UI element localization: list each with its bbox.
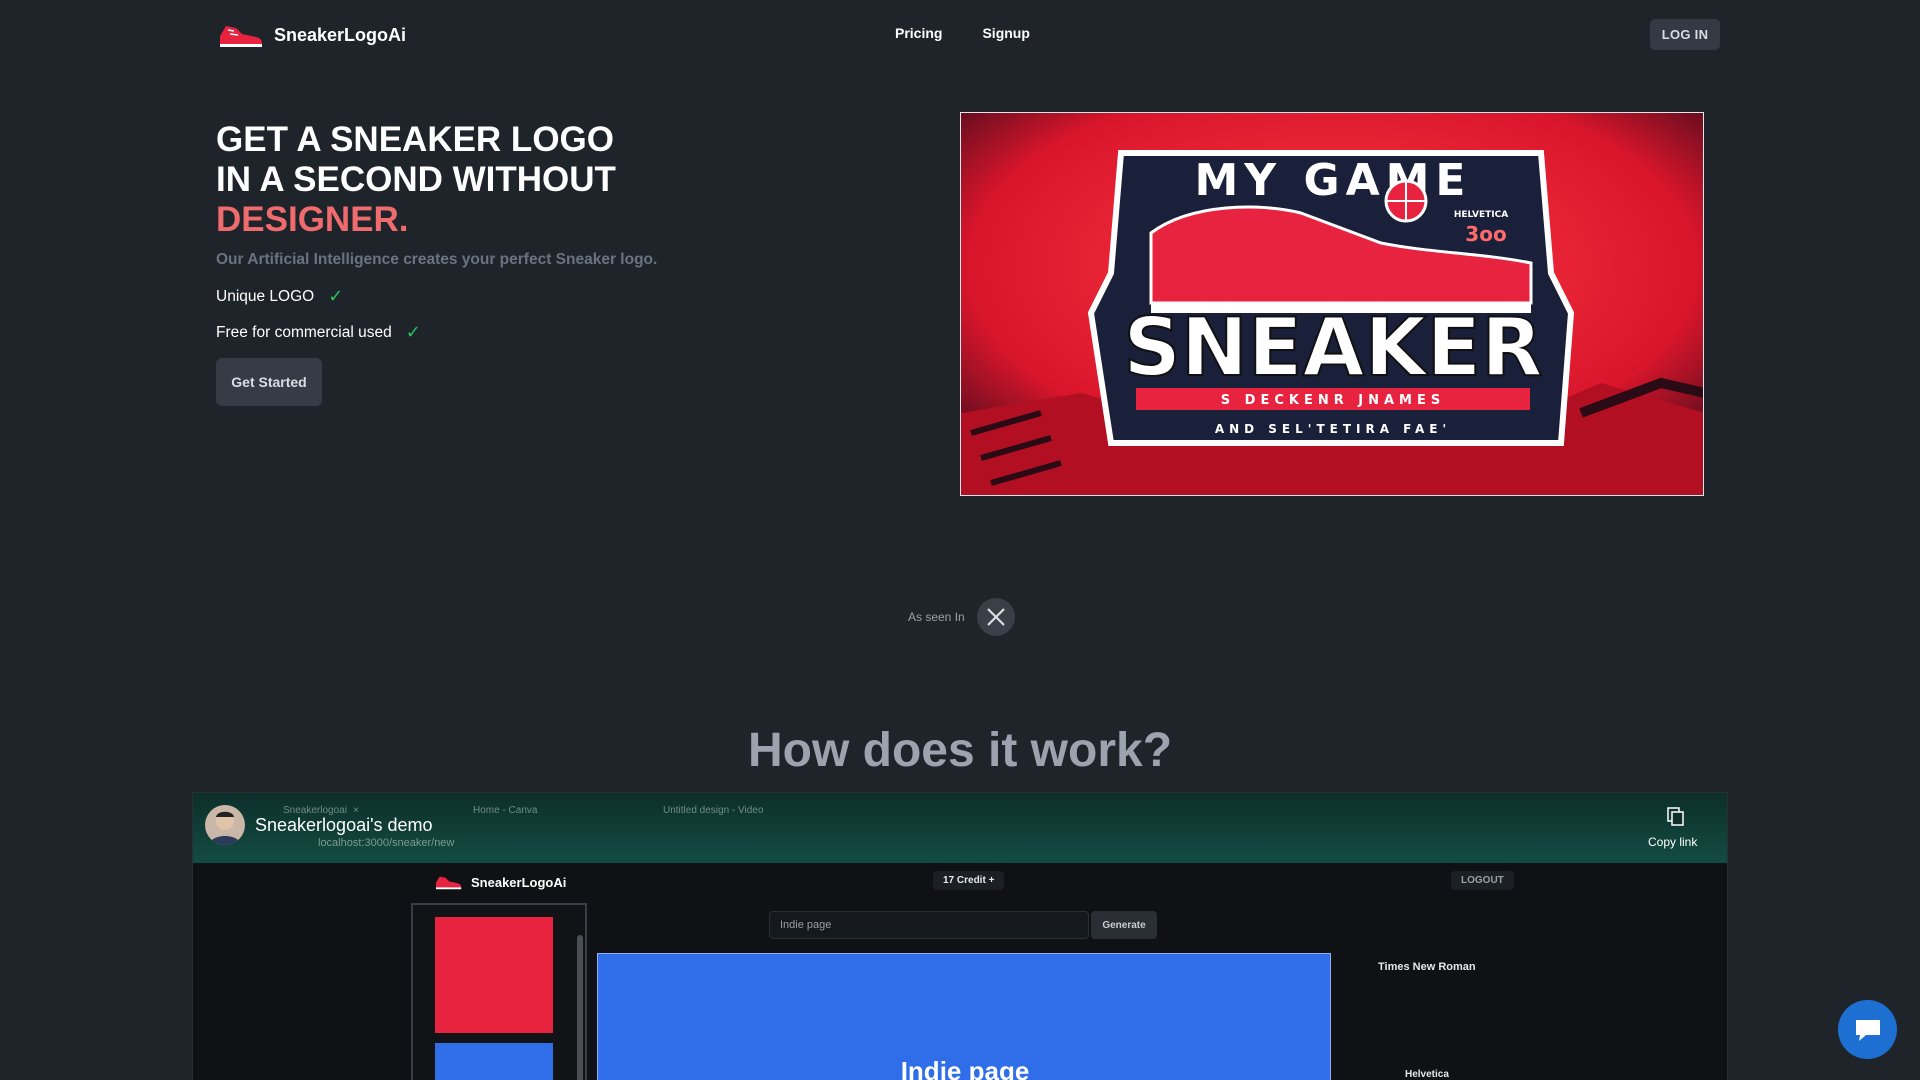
check-icon: ✓ [405, 322, 421, 342]
logo-text-top: MY GAME [1195, 155, 1472, 206]
login-button[interactable]: LOG IN [1650, 19, 1720, 50]
logo-text-bottom: AND SEL'TETIRA FAE' [1215, 422, 1451, 436]
get-started-button[interactable]: Get Started [216, 358, 322, 406]
top-nav: SneakerLogoAi Pricing Signup LOG IN [0, 0, 1920, 70]
brand-name: SneakerLogoAi [274, 24, 407, 45]
x-logo-icon[interactable] [976, 598, 1015, 636]
hero-subtitle: Our Artificial Intelligence creates your… [216, 251, 658, 268]
feature-label: Unique LOGO [216, 287, 315, 305]
logo-text-corner1: HELVETICA [1454, 210, 1508, 220]
video-generate-button: Generate [1091, 911, 1157, 939]
nav-link-signup[interactable]: Signup [982, 25, 1029, 41]
video-logout-button: LOGOUT [1451, 871, 1514, 890]
check-icon: ✓ [328, 286, 344, 306]
sneaker-logo-icon [220, 26, 262, 47]
demo-video[interactable]: Sneakerlogoai × Home - Canva Untitled des… [192, 792, 1728, 1080]
copy-link-button[interactable]: Copy link [1648, 835, 1697, 849]
hero-title-line1: GET A SNEAKER LOGO [216, 120, 614, 159]
logo-text-main: SNEAKER [1123, 301, 1542, 394]
avatar [205, 805, 245, 845]
chat-bubble-icon[interactable] [1838, 1000, 1897, 1059]
font-option: Times New Roman [1378, 961, 1476, 973]
copy-icon[interactable] [1667, 807, 1685, 832]
hero-title-accent: DESIGNER. [216, 200, 409, 239]
feature-item: Unique LOGO ✓ [216, 286, 343, 307]
video-canvas: Indie page [597, 953, 1331, 1080]
font-option: Helvetica [1405, 1069, 1449, 1080]
as-seen-label: As seen In [908, 610, 965, 624]
as-seen-in: As seen In [908, 598, 1015, 636]
color-swatch [435, 1043, 553, 1080]
video-tab: Untitled design - Video [663, 804, 764, 816]
video-address: localhost:3000/sneaker/new [318, 837, 455, 849]
color-swatch [435, 917, 553, 1033]
hero-title-line2: IN A SECOND WITHOUT [216, 160, 616, 199]
logo-text-corner2: 3oo [1465, 222, 1506, 246]
video-title: Sneakerlogoai's demo [255, 815, 433, 835]
video-search-input: Indie page [769, 911, 1089, 939]
video-swatch-panel [411, 903, 587, 1080]
hero-logo-image: MY GAME HELVETICA 3oo SNEAKER S DECKENR … [960, 112, 1704, 496]
nav-link-pricing[interactable]: Pricing [895, 25, 942, 41]
brand[interactable]: SneakerLogoAi [216, 20, 406, 50]
scrollbar [577, 935, 583, 1080]
video-app-brand: SneakerLogoAi [433, 873, 566, 891]
credit-badge: 17 Credit + [933, 871, 1005, 890]
sneaker-logo-icon [436, 876, 462, 890]
feature-item: Free for commercial used ✓ [216, 322, 421, 343]
hero-title: GET A SNEAKER LOGO IN A SECOND WITHOUT D… [216, 120, 616, 240]
nav-links: Pricing Signup [895, 25, 1030, 41]
feature-label: Free for commercial used [216, 323, 392, 341]
how-it-works-title: How does it work? [747, 724, 1173, 777]
video-canvas-text: Indie page [900, 1056, 1030, 1080]
logo-text-band: S DECKENR JNAMES [1221, 393, 1445, 408]
video-tab: Home - Canva [473, 804, 538, 816]
